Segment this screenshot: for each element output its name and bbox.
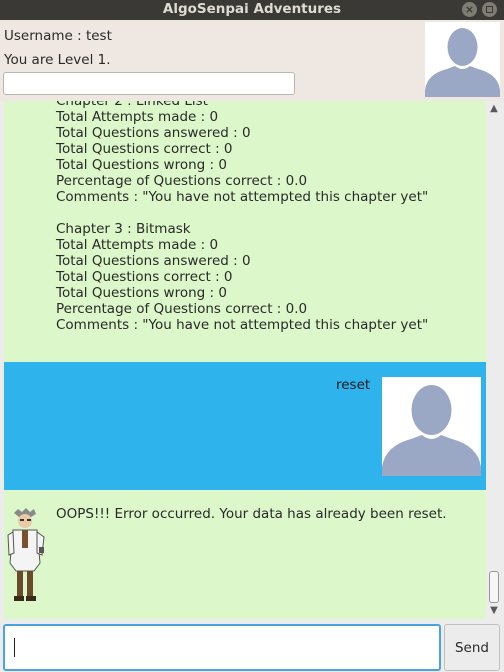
scroll-thumb[interactable]	[489, 571, 499, 603]
username-label: Username : test	[4, 28, 112, 44]
report-line: Total Questions correct : 0	[56, 269, 233, 285]
bot-reply-message: OOPS!!! Error occurred. Your data has al…	[4, 490, 486, 619]
bot-reply-text: OOPS!!! Error occurred. Your data has al…	[56, 506, 447, 522]
report-line: Chapter 3 : Bitmask	[56, 221, 191, 237]
message-input[interactable]	[3, 624, 441, 671]
header-text-field[interactable]	[3, 72, 295, 95]
report-line: Total Questions answered : 0	[56, 125, 251, 141]
report-line: Total Attempts made : 0	[56, 109, 219, 125]
professor-sprite-icon	[4, 503, 48, 605]
text-caret	[14, 638, 15, 657]
chat-scrollbar[interactable]: ▲ ▼	[486, 101, 502, 619]
level-label: You are Level 1.	[4, 52, 111, 68]
report-line: Percentage of Questions correct : 0.0	[56, 301, 308, 317]
user-message-text: reset	[336, 377, 371, 393]
bot-stats-message: Chapter 2 : Linked List Total Attempts m…	[4, 101, 486, 362]
maximize-icon[interactable]	[482, 2, 497, 17]
close-icon[interactable]: ×	[462, 2, 477, 17]
report-line: Total Questions wrong : 0	[56, 285, 227, 301]
scroll-up-icon[interactable]: ▲	[488, 103, 500, 115]
report-line: Total Questions wrong : 0	[56, 157, 227, 173]
report-line: Total Questions correct : 0	[56, 141, 233, 157]
message-input-bar: Send	[0, 619, 504, 672]
report-line: Percentage of Questions correct : 0.0	[56, 173, 308, 189]
title-bar: AlgoSenpai Adventures ×	[0, 0, 504, 20]
user-avatar	[425, 22, 500, 97]
window-title: AlgoSenpai Adventures	[162, 1, 342, 17]
user-message: reset	[4, 362, 486, 490]
send-button[interactable]: Send	[444, 624, 500, 671]
user-silhouette-icon	[425, 22, 500, 97]
scroll-down-icon[interactable]: ▼	[488, 605, 500, 617]
user-message-avatar	[382, 377, 481, 476]
report-line: Comments : "You have not attempted this …	[56, 317, 429, 333]
chat-area[interactable]: Chapter 2 : Linked List Total Attempts m…	[4, 101, 486, 619]
report-line: Comments : "You have not attempted this …	[56, 189, 429, 205]
report-line: Total Attempts made : 0	[56, 237, 219, 253]
report-line: Total Questions answered : 0	[56, 253, 251, 269]
user-header: Username : test You are Level 1.	[0, 20, 504, 101]
report-line: Chapter 2 : Linked List	[56, 101, 208, 109]
user-silhouette-icon	[382, 377, 481, 476]
